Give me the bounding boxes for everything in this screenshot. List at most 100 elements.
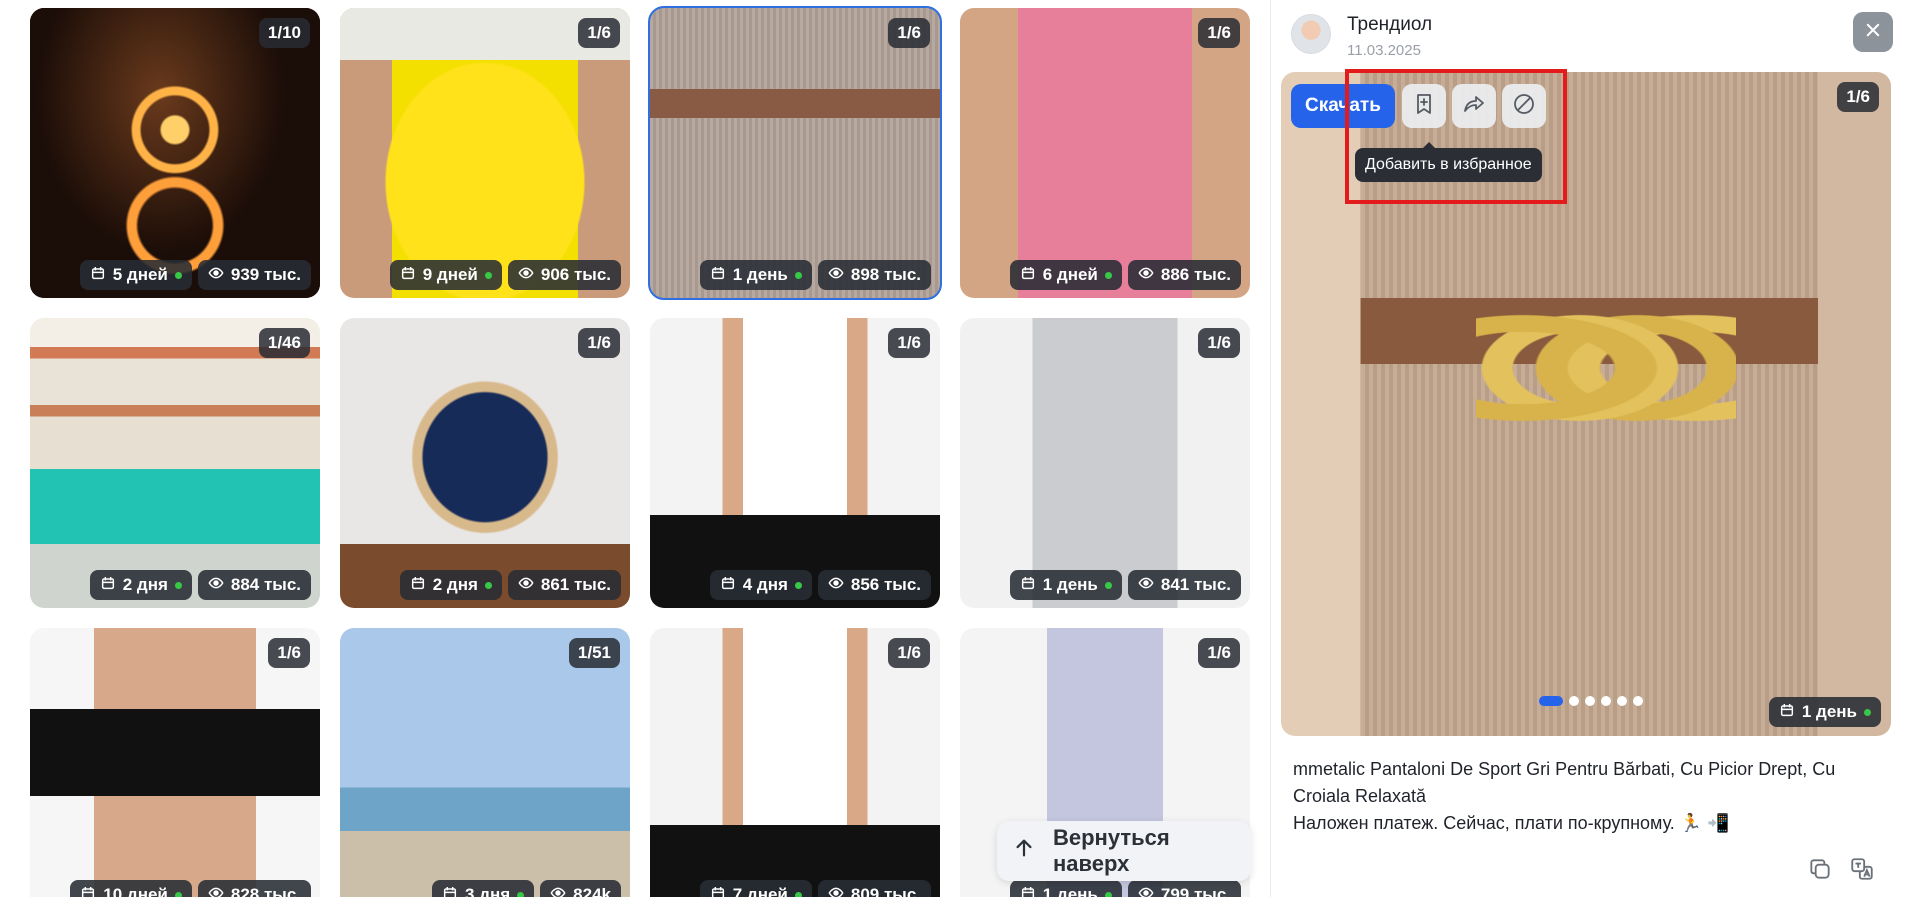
pagination-dot[interactable] xyxy=(1539,696,1563,706)
image-count-badge: 1/6 xyxy=(888,18,930,48)
age-text: 1 день xyxy=(1801,702,1857,721)
translate-icon xyxy=(1849,858,1875,886)
close-button[interactable] xyxy=(1853,12,1893,52)
ad-stats: 9 дней 906 тыс. xyxy=(389,260,621,290)
ad-stats: 2 дня 884 тыс. xyxy=(89,570,311,600)
ad-thumbnail xyxy=(650,8,940,298)
arrow-up-icon xyxy=(1013,837,1035,865)
views-badge: 884 тыс. xyxy=(197,570,311,600)
online-dot xyxy=(484,581,492,589)
eye-icon xyxy=(208,265,224,286)
online-dot xyxy=(1104,271,1112,279)
views-badge: 856 тыс. xyxy=(817,570,931,600)
views-text: 939 тыс. xyxy=(230,265,301,284)
ad-card[interactable]: 1/6 7 дней 809 тыс. xyxy=(650,628,940,897)
ad-stats: 4 дня 856 тыс. xyxy=(709,570,931,600)
calendar-icon xyxy=(1020,265,1036,286)
age-badge: 3 дня xyxy=(432,880,535,897)
eye-icon xyxy=(208,885,224,897)
age-badge: 1 день xyxy=(1768,697,1881,727)
age-text: 5 дней xyxy=(112,265,168,284)
ad-thumbnail xyxy=(30,628,320,897)
author-name[interactable]: Трендиол xyxy=(1347,14,1432,36)
image-count-badge: 1/10 xyxy=(258,18,310,48)
calendar-icon xyxy=(1779,702,1795,723)
image-counter: 1/6 xyxy=(1837,82,1879,112)
pagination-dot[interactable] xyxy=(1601,696,1611,706)
ad-thumbnail xyxy=(960,8,1250,298)
back-to-top-button[interactable]: Вернуться наверх xyxy=(997,821,1251,881)
age-badge: 2 дня xyxy=(399,570,502,600)
image-count-badge: 1/46 xyxy=(258,328,310,358)
pagination-dot[interactable] xyxy=(1633,696,1643,706)
eye-icon xyxy=(1138,575,1154,596)
views-badge: 824k xyxy=(540,880,621,897)
eye-icon xyxy=(550,885,566,897)
image-count-badge: 1/6 xyxy=(1198,328,1240,358)
ad-stats: 2 дня 861 тыс. xyxy=(399,570,621,600)
views-text: 809 тыс. xyxy=(850,885,921,897)
views-badge: 799 тыс. xyxy=(1127,880,1241,897)
age-badge: 1 день xyxy=(699,260,812,290)
views-badge: 906 тыс. xyxy=(507,260,621,290)
pagination-dot[interactable] xyxy=(1585,696,1595,706)
ad-title: mmetalic Pantaloni De Sport Gri Pentru B… xyxy=(1293,759,1836,806)
image-count-badge: 1/6 xyxy=(1198,638,1240,668)
ad-thumbnail xyxy=(960,318,1250,608)
ad-stats: 5 дней 939 тыс. xyxy=(79,260,311,290)
calendar-icon xyxy=(442,885,458,897)
eye-icon xyxy=(208,575,224,596)
ad-stats: 1 день 841 тыс. xyxy=(1009,570,1241,600)
author-block[interactable]: Трендиол 11.03.2025 xyxy=(1291,14,1432,59)
ad-thumbnail xyxy=(340,8,630,298)
ad-card[interactable]: 1/51 3 дня 824k xyxy=(340,628,630,897)
ad-stats: 10 дней 828 тыс. xyxy=(70,880,311,897)
ad-card[interactable]: 1/6 2 дня 861 тыс. xyxy=(340,318,630,608)
ad-card[interactable]: 1/6 10 дней 828 тыс. xyxy=(30,628,320,897)
image-count-badge: 1/6 xyxy=(1198,18,1240,48)
ad-card[interactable]: 1/6 6 дней 886 тыс. xyxy=(960,8,1250,298)
age-text: 2 дня xyxy=(432,575,478,594)
image-count-badge: 1/6 xyxy=(888,328,930,358)
views-text: 884 тыс. xyxy=(230,575,301,594)
age-text: 7 дней xyxy=(732,885,788,897)
eye-icon xyxy=(828,265,844,286)
age-badge: 1 день xyxy=(1009,880,1122,897)
ad-card[interactable]: 1/6 1 день 898 тыс. xyxy=(648,6,942,300)
views-text: 799 тыс. xyxy=(1160,885,1231,897)
views-badge: 809 тыс. xyxy=(817,880,931,897)
age-badge: 7 дней xyxy=(699,880,812,897)
ad-card[interactable]: 1/10 5 дней 939 тыс. xyxy=(30,8,320,298)
views-text: 856 тыс. xyxy=(850,575,921,594)
copy-button[interactable] xyxy=(1807,856,1833,882)
pagination-dot[interactable] xyxy=(1569,696,1579,706)
online-dot xyxy=(1104,891,1112,897)
ad-card[interactable]: 1/46 2 дня 884 тыс. xyxy=(30,318,320,608)
eye-icon xyxy=(518,265,534,286)
age-badge: 2 дня xyxy=(89,570,192,600)
calendar-icon xyxy=(1020,885,1036,897)
eye-icon xyxy=(828,575,844,596)
age-text: 1 день xyxy=(732,265,788,284)
ad-stats: 6 дней 886 тыс. xyxy=(1009,260,1241,290)
ad-card[interactable]: 1/6 4 дня 856 тыс. xyxy=(650,318,940,608)
calendar-icon xyxy=(720,575,736,596)
ad-stats: 3 дня 824k xyxy=(432,880,621,897)
views-text: 906 тыс. xyxy=(540,265,611,284)
ad-card[interactable]: 1/6 1 день 841 тыс. xyxy=(960,318,1250,608)
age-badge: 5 дней xyxy=(79,260,192,290)
translate-button[interactable] xyxy=(1849,856,1875,882)
age-text: 1 день xyxy=(1042,575,1098,594)
image-count-badge: 1/6 xyxy=(888,638,930,668)
image-pagination[interactable] xyxy=(1539,696,1643,706)
ad-stats: 1 день 799 тыс. xyxy=(1009,880,1241,897)
views-badge: 841 тыс. xyxy=(1127,570,1241,600)
copy-icon xyxy=(1807,859,1833,886)
image-count-badge: 1/6 xyxy=(578,328,620,358)
image-count-badge: 1/51 xyxy=(568,638,620,668)
calendar-icon xyxy=(710,885,726,897)
pagination-dot[interactable] xyxy=(1617,696,1627,706)
age-badge: 4 дня xyxy=(709,570,812,600)
avatar[interactable] xyxy=(1291,14,1331,54)
ad-card[interactable]: 1/6 9 дней 906 тыс. xyxy=(340,8,630,298)
